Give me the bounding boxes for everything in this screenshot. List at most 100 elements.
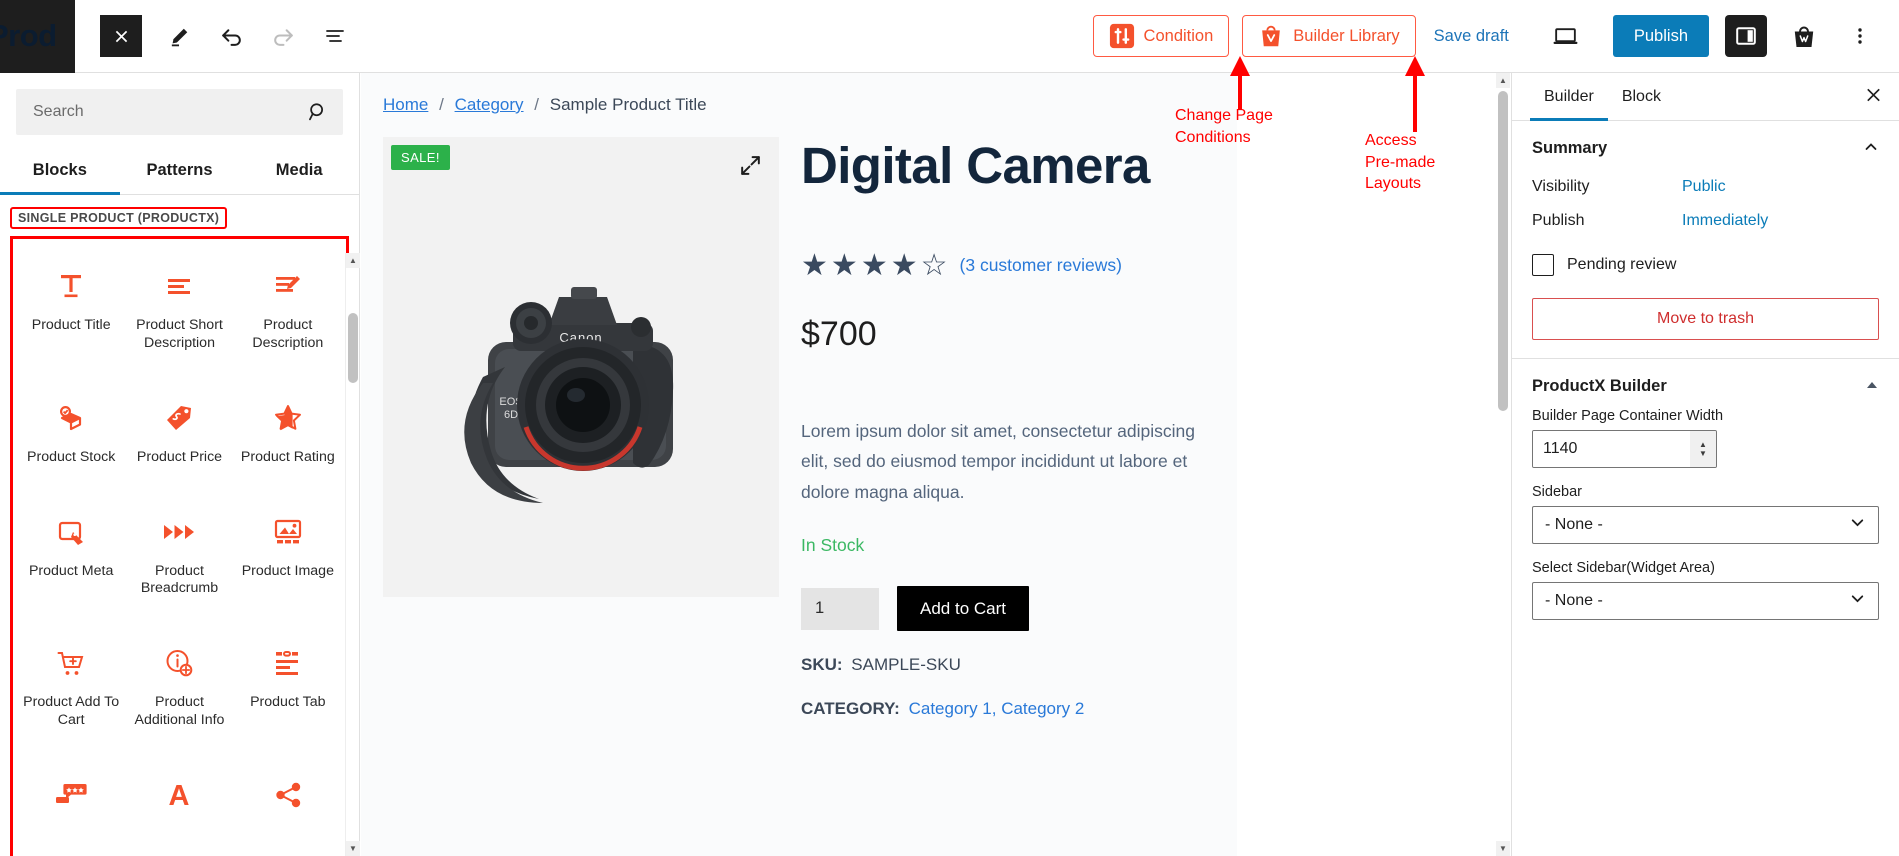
close-inserter-button[interactable] <box>100 15 142 57</box>
star-filled-icon: ★ <box>890 248 918 282</box>
tab-builder[interactable]: Builder <box>1530 73 1608 121</box>
block-item-typography[interactable]: A <box>125 760 233 856</box>
tab-patterns[interactable]: Patterns <box>120 147 240 194</box>
description-edit-icon <box>271 269 305 303</box>
visibility-value[interactable]: Public <box>1682 178 1726 196</box>
block-item-product-short-description[interactable]: Product Short Description <box>125 251 233 383</box>
scroll-down-arrow[interactable]: ▼ <box>346 841 360 856</box>
more-options-button[interactable] <box>1837 13 1883 59</box>
block-item-product-image[interactable]: Product Image <box>234 497 342 629</box>
meta-tag-icon <box>54 515 88 549</box>
tab-block[interactable]: Block <box>1608 73 1675 120</box>
sliders-icon <box>1109 23 1134 49</box>
product-sku-row: SKU: SAMPLE-SKU <box>801 655 1237 675</box>
sidebar-select-value: - None - <box>1545 516 1603 533</box>
container-width-stepper[interactable]: ▲ ▼ <box>1690 431 1716 467</box>
block-inserter-panel: Blocks Patterns Media SINGLE PRODUCT (PR… <box>0 73 360 856</box>
chevron-up-icon[interactable] <box>1865 378 1879 395</box>
settings-tabs: Builder Block <box>1512 73 1899 121</box>
publish-button[interactable]: Publish <box>1612 15 1709 57</box>
price-tag-icon <box>162 401 196 435</box>
publish-value[interactable]: Immediately <box>1682 212 1768 230</box>
block-item-label: Product Short Description <box>136 317 223 351</box>
inserter-scroll-thumb[interactable] <box>348 313 358 383</box>
preview-button[interactable] <box>1543 13 1589 59</box>
search-input[interactable] <box>16 89 343 135</box>
block-item-label: Product Tab <box>250 694 326 711</box>
productx-builder-panel-header[interactable]: ProductX Builder <box>1512 359 1899 408</box>
close-settings-button[interactable] <box>1864 85 1883 108</box>
product-image[interactable]: SALE! Canon EOS 6D <box>383 137 779 597</box>
block-item-product-rating[interactable]: Product Rating <box>234 383 342 497</box>
condition-button[interactable]: Condition <box>1092 15 1230 57</box>
block-item-share[interactable] <box>234 760 342 856</box>
tab-blocks[interactable]: Blocks <box>0 147 120 195</box>
block-item-product-description[interactable]: Product Description <box>234 251 342 383</box>
container-width-input[interactable] <box>1533 431 1690 467</box>
woocommerce-bag-icon <box>1794 26 1814 47</box>
canvas-scroll-thumb[interactable] <box>1498 91 1508 411</box>
cart-plus-icon <box>54 646 88 680</box>
builder-library-button[interactable]: Builder Library <box>1242 15 1416 57</box>
block-item-product-breadcrumb[interactable]: Product Breadcrumb <box>125 497 233 629</box>
block-item-product-additional-info[interactable]: Product Additional Info <box>125 628 233 760</box>
scroll-up-arrow[interactable]: ▲ <box>346 253 360 268</box>
search-icon-button[interactable] <box>307 101 329 123</box>
container-width-field: ▲ ▼ <box>1532 430 1717 468</box>
woocommerce-button[interactable] <box>1781 13 1827 59</box>
settings-sidebar-toggle[interactable] <box>1725 15 1767 57</box>
block-item-product-stock[interactable]: Product Stock <box>17 383 125 497</box>
builder-library-button-label: Builder Library <box>1293 26 1400 45</box>
star-filled-icon: ★ <box>860 248 888 282</box>
summary-panel-header[interactable]: Summary <box>1512 121 1899 170</box>
tab-media[interactable]: Media <box>239 147 359 194</box>
list-view-button[interactable] <box>312 13 358 59</box>
product-layout-row: SALE! Canon EOS 6D Digital Camera ★ ★ ★ … <box>361 115 1237 719</box>
sidebar-select[interactable]: - None - <box>1532 506 1879 544</box>
canvas-scrollbar[interactable]: ▲ ▼ <box>1496 73 1510 856</box>
inserter-scrollbar[interactable]: ▲ ▼ <box>345 253 360 856</box>
list-view-icon <box>326 30 344 42</box>
block-item-product-tab[interactable]: Product Tab <box>234 628 342 760</box>
rating-stars: ★ ★ ★ ★ ☆ <box>801 248 948 282</box>
sidebar-toggle-icon <box>1736 27 1756 45</box>
info-plus-icon <box>162 646 196 680</box>
container-width-label: Builder Page Container Width <box>1532 408 1724 424</box>
breadcrumb-category-link[interactable]: Category <box>455 95 524 114</box>
edit-mode-button[interactable] <box>156 13 202 59</box>
breadcrumb: Home / Category / Sample Product Title <box>361 73 1237 115</box>
canvas-scroll-down-arrow[interactable]: ▼ <box>1496 841 1510 856</box>
add-to-cart-button[interactable]: Add to Cart <box>897 586 1029 632</box>
redo-icon <box>273 28 293 46</box>
block-item-product-price[interactable]: Product Price <box>125 383 233 497</box>
undo-button[interactable] <box>208 13 254 59</box>
quantity-input[interactable] <box>801 587 879 630</box>
editor-canvas: Home / Category / Sample Product Title S… <box>361 73 1237 856</box>
save-draft-button[interactable]: Save draft <box>1434 27 1509 46</box>
pending-review-checkbox[interactable] <box>1532 254 1554 276</box>
inserter-tabs: Blocks Patterns Media <box>0 147 359 195</box>
block-item-product-reviews[interactable] <box>17 760 125 856</box>
block-item-product-title[interactable]: Product Title <box>17 251 125 383</box>
customer-reviews-link[interactable]: (3 customer reviews) <box>960 255 1122 276</box>
widget-area-select[interactable]: - None - <box>1532 582 1879 620</box>
star-empty-icon: ☆ <box>920 248 948 282</box>
move-to-trash-button[interactable]: Move to trash <box>1532 298 1879 340</box>
canvas-scroll-up-arrow[interactable]: ▲ <box>1496 73 1510 88</box>
block-category-row: SINGLE PRODUCT (PRODUCTX) <box>0 195 359 233</box>
tab-list-icon <box>271 646 305 680</box>
share-icon <box>271 778 305 812</box>
chevron-up-icon[interactable] <box>1863 139 1879 158</box>
settings-sidebar: Builder Block Summary Visibility Public … <box>1511 73 1899 856</box>
redo-button[interactable] <box>260 13 306 59</box>
close-icon <box>1867 88 1880 101</box>
breadcrumb-home-link[interactable]: Home <box>383 95 428 114</box>
visibility-row: Visibility Public <box>1512 170 1899 204</box>
breadcrumb-separator: / <box>439 95 444 114</box>
sku-label: SKU: <box>801 655 843 675</box>
block-item-product-add-to-cart[interactable]: Product Add To Cart <box>17 628 125 760</box>
category-value-link[interactable]: Category 1, Category 2 <box>909 699 1085 718</box>
stepper-down-icon: ▼ <box>1699 449 1707 458</box>
block-item-label: Product Rating <box>240 448 335 465</box>
block-item-product-meta[interactable]: Product Meta <box>17 497 125 629</box>
